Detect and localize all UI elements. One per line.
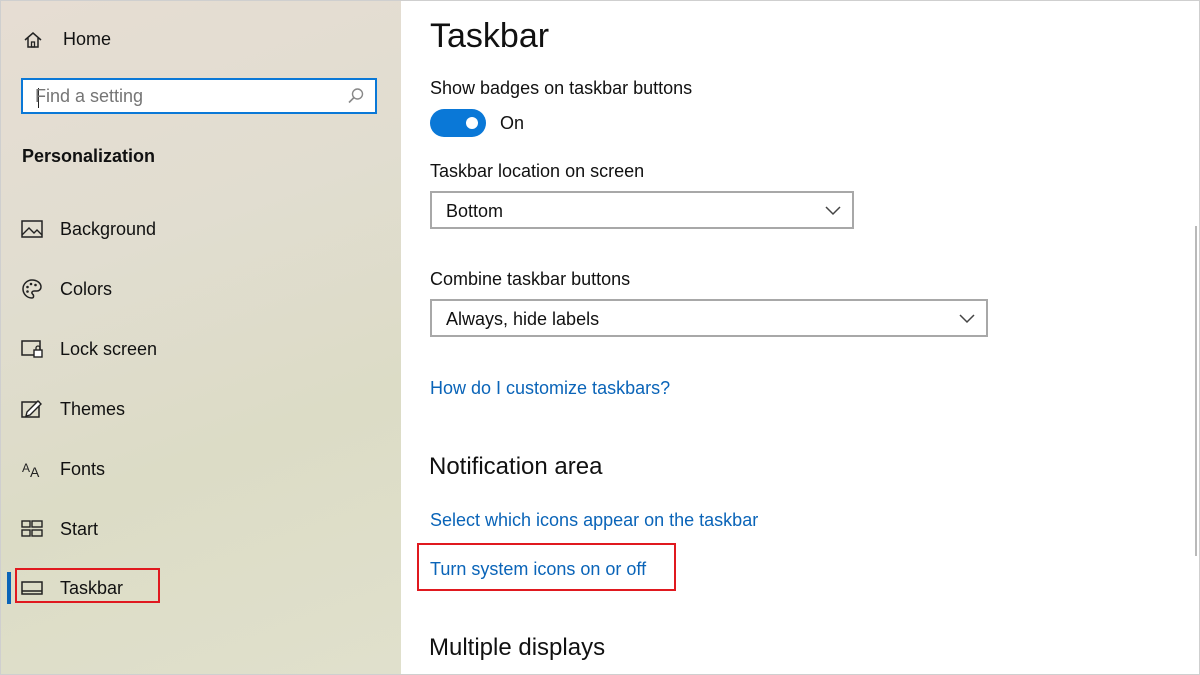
chevron-down-icon bbox=[959, 314, 975, 324]
selected-indicator bbox=[7, 572, 11, 604]
sidebar-item-label: Start bbox=[60, 518, 99, 539]
notification-area-header: Notification area bbox=[429, 453, 603, 480]
themes-icon bbox=[21, 398, 43, 420]
location-setting-label: Taskbar location on screen bbox=[430, 161, 645, 181]
sidebar-item-label: Background bbox=[60, 218, 157, 239]
search-box[interactable] bbox=[21, 78, 377, 114]
section-title: Personalization bbox=[22, 146, 156, 166]
toggle-state-label: On bbox=[500, 113, 525, 133]
toggle-knob bbox=[466, 117, 478, 129]
svg-text:A: A bbox=[22, 461, 30, 475]
main-content: Taskbar Show badges on taskbar buttons O… bbox=[401, 1, 1199, 674]
badges-toggle[interactable] bbox=[430, 109, 486, 137]
settings-sidebar: Home Personalization Background Colors L… bbox=[1, 1, 401, 674]
dropdown-value: Bottom bbox=[446, 201, 504, 221]
start-icon bbox=[21, 518, 43, 540]
multiple-displays-header: Multiple displays bbox=[429, 634, 606, 661]
combine-setting-label: Combine taskbar buttons bbox=[430, 269, 631, 289]
highlight-box-taskbar bbox=[15, 568, 160, 603]
sidebar-item-label: Colors bbox=[60, 278, 113, 299]
sidebar-item-background[interactable]: Background bbox=[21, 214, 156, 244]
sidebar-item-colors[interactable]: Colors bbox=[21, 274, 112, 304]
sidebar-item-label: Lock screen bbox=[60, 338, 158, 359]
svg-text:A: A bbox=[30, 464, 40, 479]
search-input[interactable] bbox=[35, 84, 335, 108]
scrollbar[interactable] bbox=[1195, 226, 1197, 556]
fonts-icon: AA bbox=[21, 458, 43, 480]
home-nav-item[interactable]: Home bbox=[23, 29, 111, 50]
sidebar-item-lock-screen[interactable]: Lock screen bbox=[21, 334, 157, 364]
lock-screen-icon bbox=[21, 338, 43, 360]
picture-icon bbox=[21, 218, 43, 240]
sidebar-item-label: Themes bbox=[60, 398, 126, 419]
home-label: Home bbox=[63, 29, 112, 49]
page-title: Taskbar bbox=[430, 17, 550, 55]
search-icon[interactable] bbox=[347, 87, 365, 105]
customize-taskbars-link[interactable]: How do I customize taskbars? bbox=[430, 378, 670, 399]
home-icon bbox=[24, 31, 42, 48]
combine-buttons-dropdown[interactable]: Always, hide labels bbox=[430, 299, 988, 337]
sidebar-item-label: Fonts bbox=[60, 458, 106, 479]
sidebar-item-themes[interactable]: Themes bbox=[21, 394, 125, 424]
sidebar-item-fonts[interactable]: AA Fonts bbox=[21, 454, 105, 484]
dropdown-value: Always, hide labels bbox=[446, 309, 600, 329]
sidebar-item-start[interactable]: Start bbox=[21, 514, 98, 544]
chevron-down-icon bbox=[825, 206, 841, 216]
select-icons-link[interactable]: Select which icons appear on the taskbar bbox=[430, 510, 758, 531]
taskbar-location-dropdown[interactable]: Bottom bbox=[430, 191, 854, 229]
palette-icon bbox=[21, 278, 43, 300]
badges-setting-label: Show badges on taskbar buttons bbox=[430, 78, 693, 98]
highlight-box-system-icons bbox=[417, 543, 676, 591]
